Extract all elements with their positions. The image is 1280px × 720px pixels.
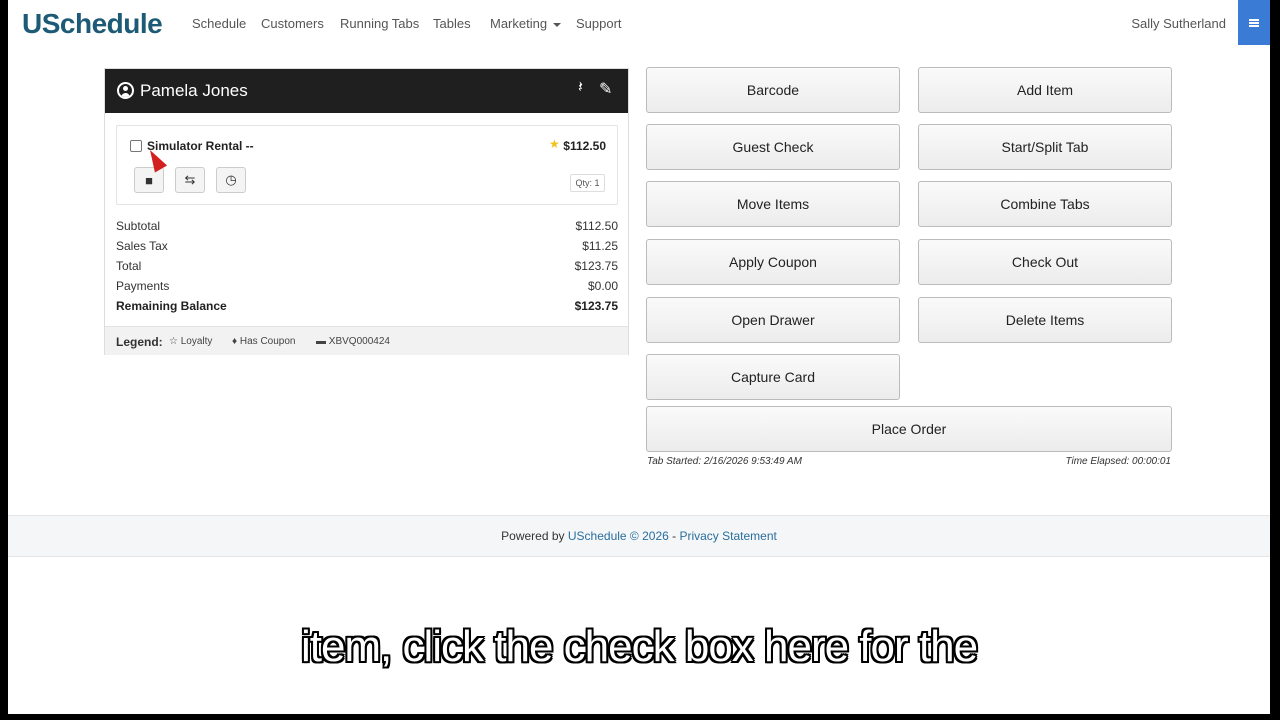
item-name: Simulator Rental -- bbox=[147, 139, 254, 153]
item-quantity[interactable]: Qty: 1 bbox=[570, 174, 605, 192]
item-move-button[interactable]: ⇆ bbox=[175, 167, 205, 193]
brand-logo[interactable]: USchedule bbox=[22, 8, 163, 40]
combine-tabs-button[interactable]: Combine Tabs bbox=[918, 181, 1172, 227]
footer-brand-link[interactable]: USchedule © 2026 bbox=[568, 529, 669, 543]
nav-running-tabs[interactable]: Running Tabs bbox=[340, 16, 419, 31]
capture-card-button[interactable]: Capture Card bbox=[646, 354, 900, 400]
add-item-button[interactable]: Add Item bbox=[918, 67, 1172, 113]
summary-label: Subtotal bbox=[116, 219, 161, 233]
nav-customers[interactable]: Customers bbox=[261, 16, 324, 31]
move-items-button[interactable]: Move Items bbox=[646, 181, 900, 227]
user-menu[interactable]: Sally Sutherland bbox=[1131, 16, 1226, 31]
summary-row: Payments $0.00 bbox=[116, 277, 618, 297]
legend-code-label: XBVQ000424 bbox=[328, 336, 390, 347]
nav-tables[interactable]: Tables bbox=[433, 16, 471, 31]
item-delete-button[interactable]: ■ bbox=[134, 167, 164, 193]
hamburger-icon bbox=[1249, 18, 1259, 27]
tab-item-card: Simulator Rental -- ★ $112.50 ■ ⇆ ◷ Qty:… bbox=[116, 125, 618, 205]
check-out-button[interactable]: Check Out bbox=[918, 239, 1172, 285]
transfer-arrows-icon: ⇆ bbox=[184, 172, 196, 187]
item-time-button[interactable]: ◷ bbox=[216, 167, 246, 193]
place-order-button[interactable]: Place Order bbox=[646, 406, 1172, 452]
item-select-checkbox[interactable] bbox=[130, 140, 142, 152]
tag-icon: ♦ bbox=[232, 336, 238, 347]
item-price: $112.50 bbox=[563, 139, 606, 153]
nav-schedule[interactable]: Schedule bbox=[192, 16, 246, 31]
customer-name: Pamela Jones bbox=[140, 81, 248, 100]
legend-loyalty-label: Loyalty bbox=[180, 336, 213, 347]
summary-value: $11.25 bbox=[582, 239, 618, 253]
tab-header: Pamela Jones 𝄽 ✎ bbox=[105, 69, 628, 113]
privacy-statement-link[interactable]: Privacy Statement bbox=[679, 529, 776, 543]
footer-powered: Powered by bbox=[501, 529, 565, 543]
user-circle-icon bbox=[117, 82, 134, 99]
summary-value: $112.50 bbox=[575, 219, 619, 233]
video-caption: item, click the check box here for the bbox=[300, 622, 978, 671]
delete-items-button[interactable]: Delete Items bbox=[918, 297, 1172, 343]
summary-label: Payments bbox=[116, 279, 170, 293]
tab-started-text: Tab Started: 2/16/2026 9:53:49 AM bbox=[647, 456, 802, 467]
open-drawer-button[interactable]: Open Drawer bbox=[646, 297, 900, 343]
tab-panel: Pamela Jones 𝄽 ✎ Simulator Rental -- ★ $… bbox=[104, 68, 629, 355]
footer-separator: - bbox=[668, 529, 680, 543]
time-elapsed-text: Time Elapsed: 00:00:01 bbox=[1065, 456, 1171, 467]
tab-summary: Subtotal $112.50 Sales Tax $11.25 Total … bbox=[116, 217, 618, 317]
summary-value: $0.00 bbox=[587, 279, 618, 293]
utensils-icon[interactable]: 𝄽 bbox=[578, 79, 583, 97]
legend-coupon-label: Has Coupon bbox=[239, 336, 296, 347]
summary-row-remaining: Remaining Balance $123.75 bbox=[116, 297, 618, 317]
top-navbar: USchedule Schedule Customers Running Tab… bbox=[8, 0, 1270, 47]
clock-icon: ◷ bbox=[225, 172, 237, 187]
summary-row: Total $123.75 bbox=[116, 257, 618, 277]
nav-support[interactable]: Support bbox=[576, 16, 622, 31]
nav-marketing[interactable]: Marketing bbox=[490, 16, 562, 31]
trash-icon: ■ bbox=[145, 172, 153, 188]
apply-coupon-button[interactable]: Apply Coupon bbox=[646, 239, 900, 285]
loyalty-star-icon: ★ bbox=[549, 137, 560, 151]
legend-loyalty: ☆ Loyalty bbox=[169, 336, 212, 347]
start-split-tab-button[interactable]: Start/Split Tab bbox=[918, 124, 1172, 170]
legend-code: ▬ XBVQ000424 bbox=[316, 336, 390, 347]
edit-pencil-icon[interactable]: ✎ bbox=[599, 79, 612, 99]
card-icon: ▬ bbox=[316, 336, 326, 347]
caret-down-icon bbox=[553, 22, 562, 27]
star-outline-icon: ☆ bbox=[169, 336, 178, 347]
guest-check-button[interactable]: Guest Check bbox=[646, 124, 900, 170]
summary-row: Sales Tax $11.25 bbox=[116, 237, 618, 257]
barcode-button[interactable]: Barcode bbox=[646, 67, 900, 113]
legend-bar: Legend: ☆ Loyalty ♦ Has Coupon ▬ XBVQ000… bbox=[105, 326, 628, 355]
summary-value: $123.75 bbox=[574, 299, 618, 313]
summary-label: Remaining Balance bbox=[116, 299, 227, 313]
summary-row: Subtotal $112.50 bbox=[116, 217, 618, 237]
legend-title: Legend: bbox=[116, 335, 163, 349]
summary-label: Sales Tax bbox=[116, 239, 168, 253]
nav-marketing-label: Marketing bbox=[490, 16, 548, 31]
app-frame: USchedule Schedule Customers Running Tab… bbox=[8, 0, 1270, 714]
page-footer: Powered by USchedule © 2026 - Privacy St… bbox=[8, 515, 1270, 557]
summary-label: Total bbox=[116, 259, 142, 273]
menu-toggle-button[interactable] bbox=[1238, 0, 1270, 45]
legend-coupon: ♦ Has Coupon bbox=[232, 336, 295, 347]
summary-value: $123.75 bbox=[574, 259, 618, 273]
